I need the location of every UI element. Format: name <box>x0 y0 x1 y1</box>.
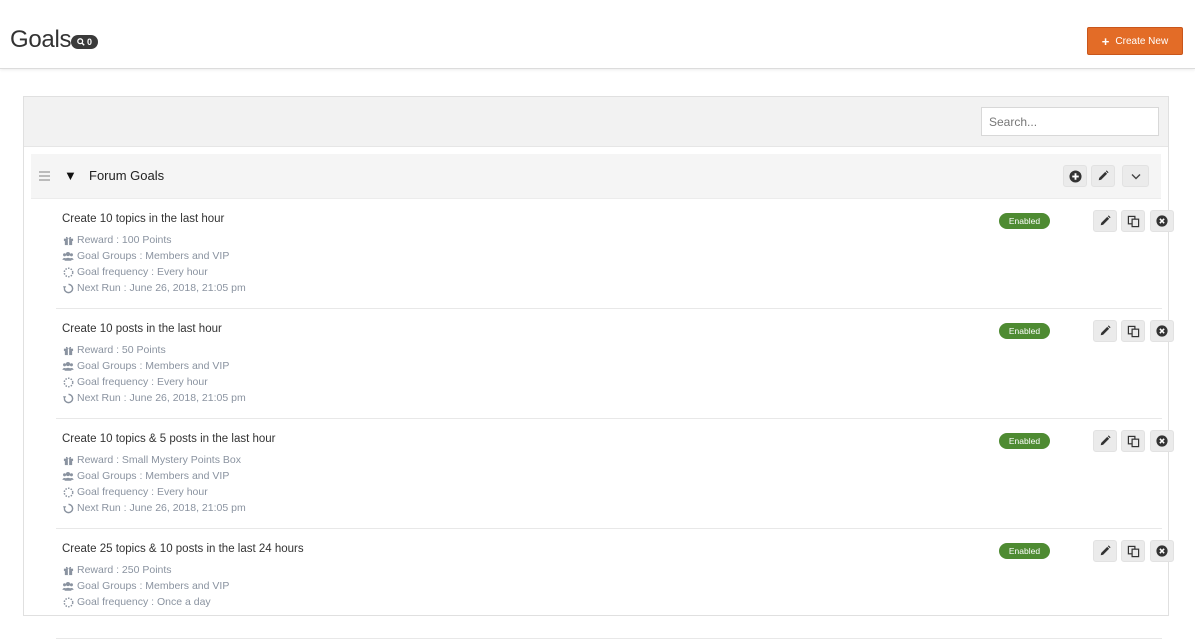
pencil-icon <box>1100 435 1111 446</box>
close-circle-icon <box>1156 435 1168 447</box>
copy-goal-button[interactable] <box>1121 540 1145 562</box>
refresh-icon <box>62 393 73 403</box>
goal-frequency: Goal frequency : Once a day <box>62 595 211 609</box>
close-circle-icon <box>1156 545 1168 557</box>
goal-reward: Reward : 100 Points <box>62 233 172 247</box>
gift-icon <box>63 566 73 575</box>
search-input[interactable] <box>981 107 1159 136</box>
panel-toolbar <box>24 97 1168 147</box>
goal-title: Create 10 posts in the last hour <box>62 323 222 335</box>
delete-goal-button[interactable] <box>1150 210 1174 232</box>
goal-reward: Reward : 250 Points <box>62 563 172 577</box>
goal-row: Create 25 topics & 10 posts in the last … <box>56 528 1174 639</box>
refresh-icon <box>62 503 73 513</box>
users-icon <box>62 361 74 371</box>
delete-goal-button[interactable] <box>1150 430 1174 452</box>
plus-icon: + <box>1101 33 1110 49</box>
search-icon <box>77 38 85 46</box>
gift-icon <box>63 346 73 355</box>
create-new-button[interactable]: + Create New <box>1087 27 1183 55</box>
spinner-icon <box>63 487 73 497</box>
goal-reward: Reward : Small Mystery Points Box <box>62 453 241 467</box>
edit-goal-button[interactable] <box>1093 540 1117 562</box>
collapse-toggle[interactable]: ▼ <box>64 168 77 183</box>
goal-groups: Goal Groups : Members and VIP <box>62 579 229 593</box>
gift-icon <box>63 456 73 465</box>
copy-icon <box>1127 435 1139 447</box>
close-circle-icon <box>1156 325 1168 337</box>
users-icon <box>62 581 74 591</box>
copy-goal-button[interactable] <box>1121 320 1145 342</box>
status-badge[interactable]: Enabled <box>999 213 1050 229</box>
goal-row: Create 10 posts in the last hour Reward … <box>56 308 1174 419</box>
refresh-icon <box>62 283 73 293</box>
delete-goal-button[interactable] <box>1150 320 1174 342</box>
goal-reward: Reward : 50 Points <box>62 343 166 357</box>
goal-next-run: Next Run : June 26, 2018, 21:05 pm <box>62 501 246 515</box>
copy-icon <box>1127 545 1139 557</box>
category-title: Forum Goals <box>89 168 165 183</box>
count-value: 0 <box>87 37 93 47</box>
goal-title: Create 10 topics in the last hour <box>62 213 225 225</box>
goal-title: Create 10 topics & 5 posts in the last h… <box>62 433 276 445</box>
count-badge: 0 <box>71 35 99 49</box>
gift-icon <box>63 236 73 245</box>
close-circle-icon <box>1156 215 1168 227</box>
status-badge[interactable]: Enabled <box>999 543 1050 559</box>
edit-category-button[interactable] <box>1091 165 1115 187</box>
page-header: Goals 0 + Create New <box>0 0 1195 69</box>
users-icon <box>62 471 74 481</box>
status-badge[interactable]: Enabled <box>999 323 1050 339</box>
edit-goal-button[interactable] <box>1093 320 1117 342</box>
goal-next-run: Next Run : June 26, 2018, 21:05 pm <box>62 391 246 405</box>
goal-next-run: Next Run : June 26, 2018, 21:05 pm <box>62 281 246 295</box>
goal-frequency: Goal frequency : Every hour <box>62 265 208 279</box>
goal-frequency: Goal frequency : Every hour <box>62 485 208 499</box>
goal-groups: Goal Groups : Members and VIP <box>62 249 229 263</box>
users-icon <box>62 251 74 261</box>
status-badge[interactable]: Enabled <box>999 433 1050 449</box>
goal-row: Create 10 topics in the last hour Reward… <box>56 198 1174 309</box>
delete-goal-button[interactable] <box>1150 540 1174 562</box>
page-title: Goals <box>10 26 72 53</box>
goals-panel: ▼ Forum Goals Create 10 topics in the la… <box>23 96 1174 639</box>
drag-handle-icon[interactable] <box>39 171 50 183</box>
spinner-icon <box>63 377 73 387</box>
chevron-down-icon <box>1131 173 1140 179</box>
edit-goal-button[interactable] <box>1093 210 1117 232</box>
pencil-icon <box>1098 170 1109 181</box>
pencil-icon <box>1100 325 1111 336</box>
spinner-icon <box>63 597 73 607</box>
goal-groups: Goal Groups : Members and VIP <box>62 359 229 373</box>
copy-goal-button[interactable] <box>1121 430 1145 452</box>
copy-icon <box>1127 215 1139 227</box>
pencil-icon <box>1100 545 1111 556</box>
spinner-icon <box>63 267 73 277</box>
copy-goal-button[interactable] <box>1121 210 1145 232</box>
goal-frequency: Goal frequency : Every hour <box>62 375 208 389</box>
goal-title: Create 25 topics & 10 posts in the last … <box>62 543 304 555</box>
copy-icon <box>1127 325 1139 337</box>
category-menu-button[interactable] <box>1122 165 1149 187</box>
create-new-label: Create New <box>1115 35 1169 47</box>
edit-goal-button[interactable] <box>1093 430 1117 452</box>
goal-groups: Goal Groups : Members and VIP <box>62 469 229 483</box>
add-goal-button[interactable] <box>1063 165 1087 187</box>
goal-row: Create 10 topics & 5 posts in the last h… <box>56 418 1174 529</box>
add-icon <box>1068 169 1082 183</box>
pencil-icon <box>1100 215 1111 226</box>
category-row: ▼ Forum Goals <box>31 154 1161 199</box>
